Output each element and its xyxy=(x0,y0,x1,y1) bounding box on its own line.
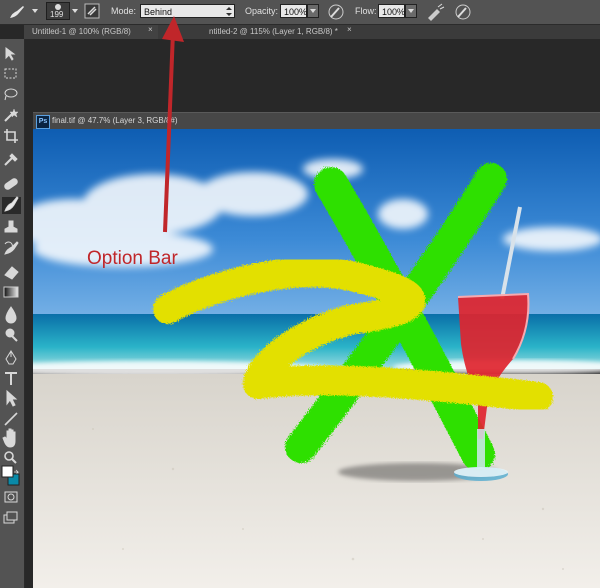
document-window-title-bar[interactable]: Ps final.tif @ 47.7% (Layer 3, RGB/8#) xyxy=(33,112,600,130)
pressure-opacity-icon[interactable] xyxy=(327,3,345,21)
tab-label: Untitled-1 @ 100% (RGB/8) xyxy=(32,27,131,36)
blur-tool-icon[interactable] xyxy=(5,306,17,324)
eyedropper-tool-icon[interactable] xyxy=(4,153,18,166)
brush-preset-icon[interactable] xyxy=(6,3,28,21)
spinner-arrows-icon xyxy=(226,7,232,16)
brush-size-value: 199 xyxy=(50,10,64,19)
flow-input[interactable]: 100% xyxy=(378,4,405,18)
lasso-tool-icon[interactable] xyxy=(4,88,18,101)
eraser-tool-icon[interactable] xyxy=(4,266,19,280)
close-icon[interactable]: × xyxy=(347,25,352,34)
type-tool-icon[interactable] xyxy=(5,372,17,385)
airbrush-icon[interactable] xyxy=(425,3,445,21)
history-brush-tool-icon[interactable] xyxy=(4,241,19,255)
path-selection-tool-icon[interactable] xyxy=(6,389,18,407)
tools-svg xyxy=(1,47,21,524)
opacity-dropdown-button[interactable] xyxy=(307,4,319,18)
gradient-tool-icon[interactable] xyxy=(3,286,19,298)
mode-label: Mode: xyxy=(111,6,137,16)
healing-brush-tool-icon[interactable] xyxy=(4,178,19,191)
chevron-down-icon xyxy=(408,9,414,13)
flow-value: 100% xyxy=(382,7,406,17)
brush-size-picker[interactable]: 199 xyxy=(46,2,70,20)
beach-photo xyxy=(33,129,600,588)
magic-wand-tool-icon[interactable] xyxy=(4,108,19,122)
quick-mask-icon[interactable] xyxy=(4,491,18,503)
image-canvas[interactable] xyxy=(33,129,600,588)
tab-label: ntitled-2 @ 115% (Layer 1, RGB/8) * xyxy=(209,27,338,36)
chevron-down-icon xyxy=(310,9,316,13)
line-tool-icon[interactable] xyxy=(4,412,18,426)
annotation-label: Option Bar xyxy=(87,248,178,269)
tools-panel xyxy=(0,39,25,588)
crop-tool-icon[interactable] xyxy=(4,129,18,143)
dodge-tool-icon[interactable] xyxy=(5,328,18,342)
tab-untitled-2[interactable]: ntitled-2 @ 115% (Layer 1, RGB/8) * xyxy=(159,25,339,39)
clone-stamp-tool-icon[interactable] xyxy=(4,220,18,233)
opacity-input[interactable]: 100% xyxy=(280,4,307,18)
hand-tool-icon[interactable] xyxy=(2,428,16,448)
annotation-arrow-icon xyxy=(162,16,184,233)
photoshop-file-icon: Ps xyxy=(36,115,50,129)
document-tab-bar: Untitled-1 @ 100% (RGB/8) × ntitled-2 @ … xyxy=(24,25,600,39)
flow-dropdown-button[interactable] xyxy=(405,4,417,18)
brush-panel-toggle-icon[interactable] xyxy=(84,3,100,19)
pressure-size-icon[interactable] xyxy=(454,3,472,21)
brush-size-dropdown-icon[interactable] xyxy=(72,9,78,14)
pen-tool-icon[interactable] xyxy=(5,350,17,365)
opacity-value: 100% xyxy=(284,7,308,17)
marquee-tool-icon[interactable] xyxy=(4,68,17,79)
flow-label: Flow: xyxy=(355,6,377,16)
move-tool-icon[interactable] xyxy=(5,47,16,61)
screen-mode-icon[interactable] xyxy=(3,511,18,524)
options-bar: 199 Mode: Behind Opacity: 100% Flow: 100… xyxy=(0,0,600,25)
tab-untitled-1[interactable]: Untitled-1 @ 100% (RGB/8) xyxy=(24,25,158,39)
opacity-label: Opacity: xyxy=(245,6,279,16)
zoom-tool-icon[interactable] xyxy=(4,451,17,464)
brush-preset-dropdown-icon[interactable] xyxy=(32,9,38,14)
